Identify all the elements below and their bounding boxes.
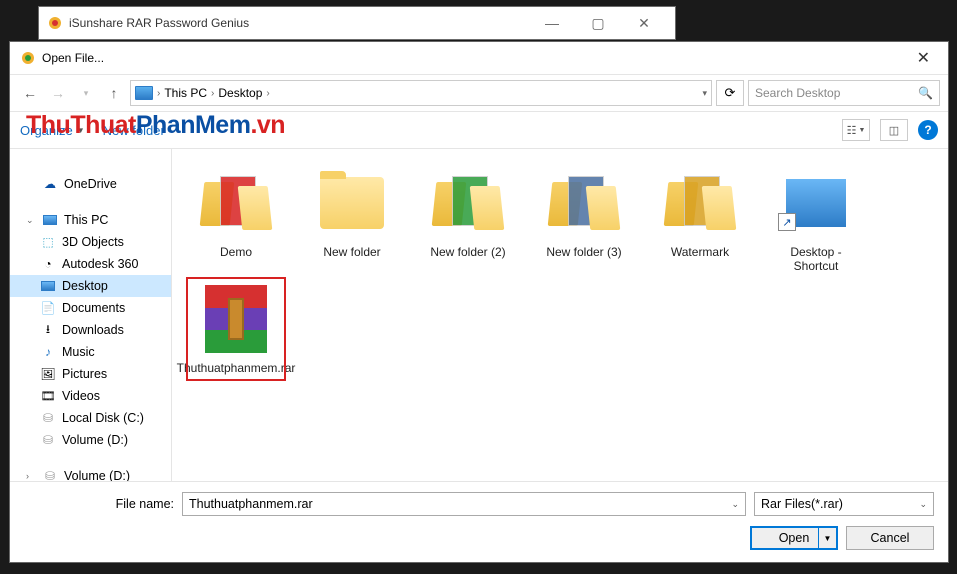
preview-pane-button[interactable]: ◫	[880, 119, 908, 141]
dialog-title: Open File...	[42, 51, 909, 65]
help-button[interactable]: ?	[918, 120, 938, 140]
sidebar-item-music[interactable]: ♪Music	[10, 341, 171, 363]
folder-icon	[316, 167, 388, 239]
file-item[interactable]: New folder	[306, 167, 398, 273]
app-icon	[47, 15, 63, 31]
file-item-label: New folder	[323, 245, 380, 259]
nav-row: ← → ▾ ↑ › This PC › Desktop › ▾ ⟳ Search…	[10, 74, 948, 112]
parent-close-button[interactable]: ✕	[621, 7, 667, 39]
nav-recent-dropdown[interactable]: ▾	[74, 81, 98, 105]
search-placeholder: Search Desktop	[755, 86, 840, 100]
sidebar-item-3dobjects[interactable]: ⬚3D Objects	[10, 231, 171, 253]
expand-icon[interactable]: ›	[26, 471, 36, 481]
sidebar-item-volume-d-root[interactable]: ›⛁ Volume (D:)	[10, 465, 171, 481]
parent-maximize-button[interactable]: ▢	[575, 7, 621, 39]
chevron-right-icon: ›	[211, 88, 214, 99]
file-item[interactable]: New folder (3)	[538, 167, 630, 273]
file-item-label: Desktop - Shortcut	[770, 245, 862, 273]
music-icon: ♪	[40, 344, 56, 360]
dialog-icon	[20, 50, 36, 66]
file-item-label: New folder (3)	[546, 245, 621, 259]
file-filter-dropdown[interactable]: Rar Files(*.rar) ⌄	[754, 492, 934, 516]
chevron-down-icon: ⌄	[919, 499, 927, 510]
downloads-icon: ⭳	[40, 322, 56, 338]
sidebar-item-desktop[interactable]: Desktop	[10, 275, 171, 297]
search-icon: 🔍	[918, 86, 933, 100]
file-item[interactable]: Thuthuatphanmem.rar	[190, 281, 282, 377]
sidebar-item-autodesk[interactable]: ◔Autodesk 360	[10, 253, 171, 275]
drive-icon: ⛁	[42, 468, 58, 481]
desktop-icon	[40, 278, 56, 294]
open-split-dropdown[interactable]: ▼	[818, 528, 836, 548]
pc-icon	[135, 86, 153, 100]
rar-icon	[200, 283, 272, 355]
breadcrumb-dropdown-icon[interactable]: ▾	[702, 88, 707, 99]
file-item-label: Demo	[220, 245, 252, 259]
filename-input[interactable]: Thuthuatphanmem.rar ⌄	[182, 492, 746, 516]
file-item-label: New folder (2)	[430, 245, 505, 259]
dialog-close-button[interactable]: ✕	[909, 44, 938, 72]
shortcut-icon: ↗	[780, 167, 852, 239]
videos-icon: 🎞	[40, 388, 56, 404]
search-input[interactable]: Search Desktop 🔍	[748, 80, 940, 106]
filename-label: File name:	[24, 497, 174, 511]
cloud-icon: ☁	[42, 176, 58, 192]
parent-app-title: iSunshare RAR Password Genius	[69, 16, 529, 30]
sidebar-item-onedrive[interactable]: ☁ OneDrive	[10, 173, 171, 195]
sidebar-item-thispc[interactable]: ⌄ This PC	[10, 209, 171, 231]
drive-icon: ⛁	[40, 432, 56, 448]
file-item[interactable]: Demo	[190, 167, 282, 273]
file-item[interactable]: Watermark	[654, 167, 746, 273]
folder-open-icon	[548, 167, 620, 239]
chevron-right-icon: ›	[157, 88, 160, 99]
sidebar-tree: ☁ OneDrive ⌄ This PC ⬚3D Objects ◔Autode…	[10, 149, 172, 481]
sidebar-item-localdisk-c[interactable]: ⛁Local Disk (C:)	[10, 407, 171, 429]
expand-icon[interactable]: ⌄	[26, 215, 36, 226]
file-item-label: Thuthuatphanmem.rar	[177, 361, 296, 375]
nav-up-button[interactable]: ↑	[102, 81, 126, 105]
view-mode-button[interactable]: ☷ ▼	[842, 119, 870, 141]
breadcrumb[interactable]: › This PC › Desktop › ▾	[130, 80, 712, 106]
sidebar-item-documents[interactable]: 📄Documents	[10, 297, 171, 319]
file-item-label: Watermark	[671, 245, 729, 259]
documents-icon: 📄	[40, 300, 56, 316]
file-item[interactable]: New folder (2)	[422, 167, 514, 273]
cube-icon: ⬚	[40, 234, 56, 250]
breadcrumb-pc[interactable]: This PC	[164, 86, 207, 100]
disk-icon: ◔	[40, 256, 56, 272]
folder-open-icon	[200, 167, 272, 239]
new-folder-button[interactable]: New folder	[103, 123, 165, 138]
folder-open-icon	[432, 167, 504, 239]
chevron-down-icon[interactable]: ⌄	[731, 499, 739, 510]
drive-icon: ⛁	[40, 410, 56, 426]
parent-minimize-button[interactable]: —	[529, 7, 575, 39]
bottom-bar: File name: Thuthuatphanmem.rar ⌄ Rar Fil…	[10, 481, 948, 562]
file-list[interactable]: Demo New folder New folder (2) New folder (…	[172, 149, 948, 481]
open-button[interactable]: Open ▼	[750, 526, 838, 550]
parent-app-titlebar: iSunshare RAR Password Genius — ▢ ✕	[38, 6, 676, 40]
nav-back-button[interactable]: ←	[18, 81, 42, 105]
pictures-icon: 🖼	[40, 366, 56, 382]
sidebar-item-volume-d[interactable]: ⛁Volume (D:)	[10, 429, 171, 451]
chevron-down-icon: ▼	[77, 126, 85, 135]
refresh-button[interactable]: ⟳	[716, 80, 744, 106]
file-item[interactable]: ↗ Desktop - Shortcut	[770, 167, 862, 273]
toolbar: Organize ▼ New folder ☷ ▼ ◫ ?	[10, 112, 948, 148]
cancel-button[interactable]: Cancel	[846, 526, 934, 550]
nav-forward-button[interactable]: →	[46, 81, 70, 105]
open-file-dialog: Open File... ✕ ← → ▾ ↑ › This PC › Deskt…	[9, 41, 949, 563]
folder-open-icon	[664, 167, 736, 239]
chevron-right-icon: ›	[266, 88, 269, 99]
sidebar-item-pictures[interactable]: 🖼Pictures	[10, 363, 171, 385]
sidebar-item-downloads[interactable]: ⭳Downloads	[10, 319, 171, 341]
breadcrumb-desktop[interactable]: Desktop	[218, 86, 262, 100]
organize-menu[interactable]: Organize ▼	[20, 123, 85, 138]
pc-icon	[42, 212, 58, 228]
dialog-titlebar: Open File... ✕	[10, 42, 948, 74]
sidebar-item-videos[interactable]: 🎞Videos	[10, 385, 171, 407]
